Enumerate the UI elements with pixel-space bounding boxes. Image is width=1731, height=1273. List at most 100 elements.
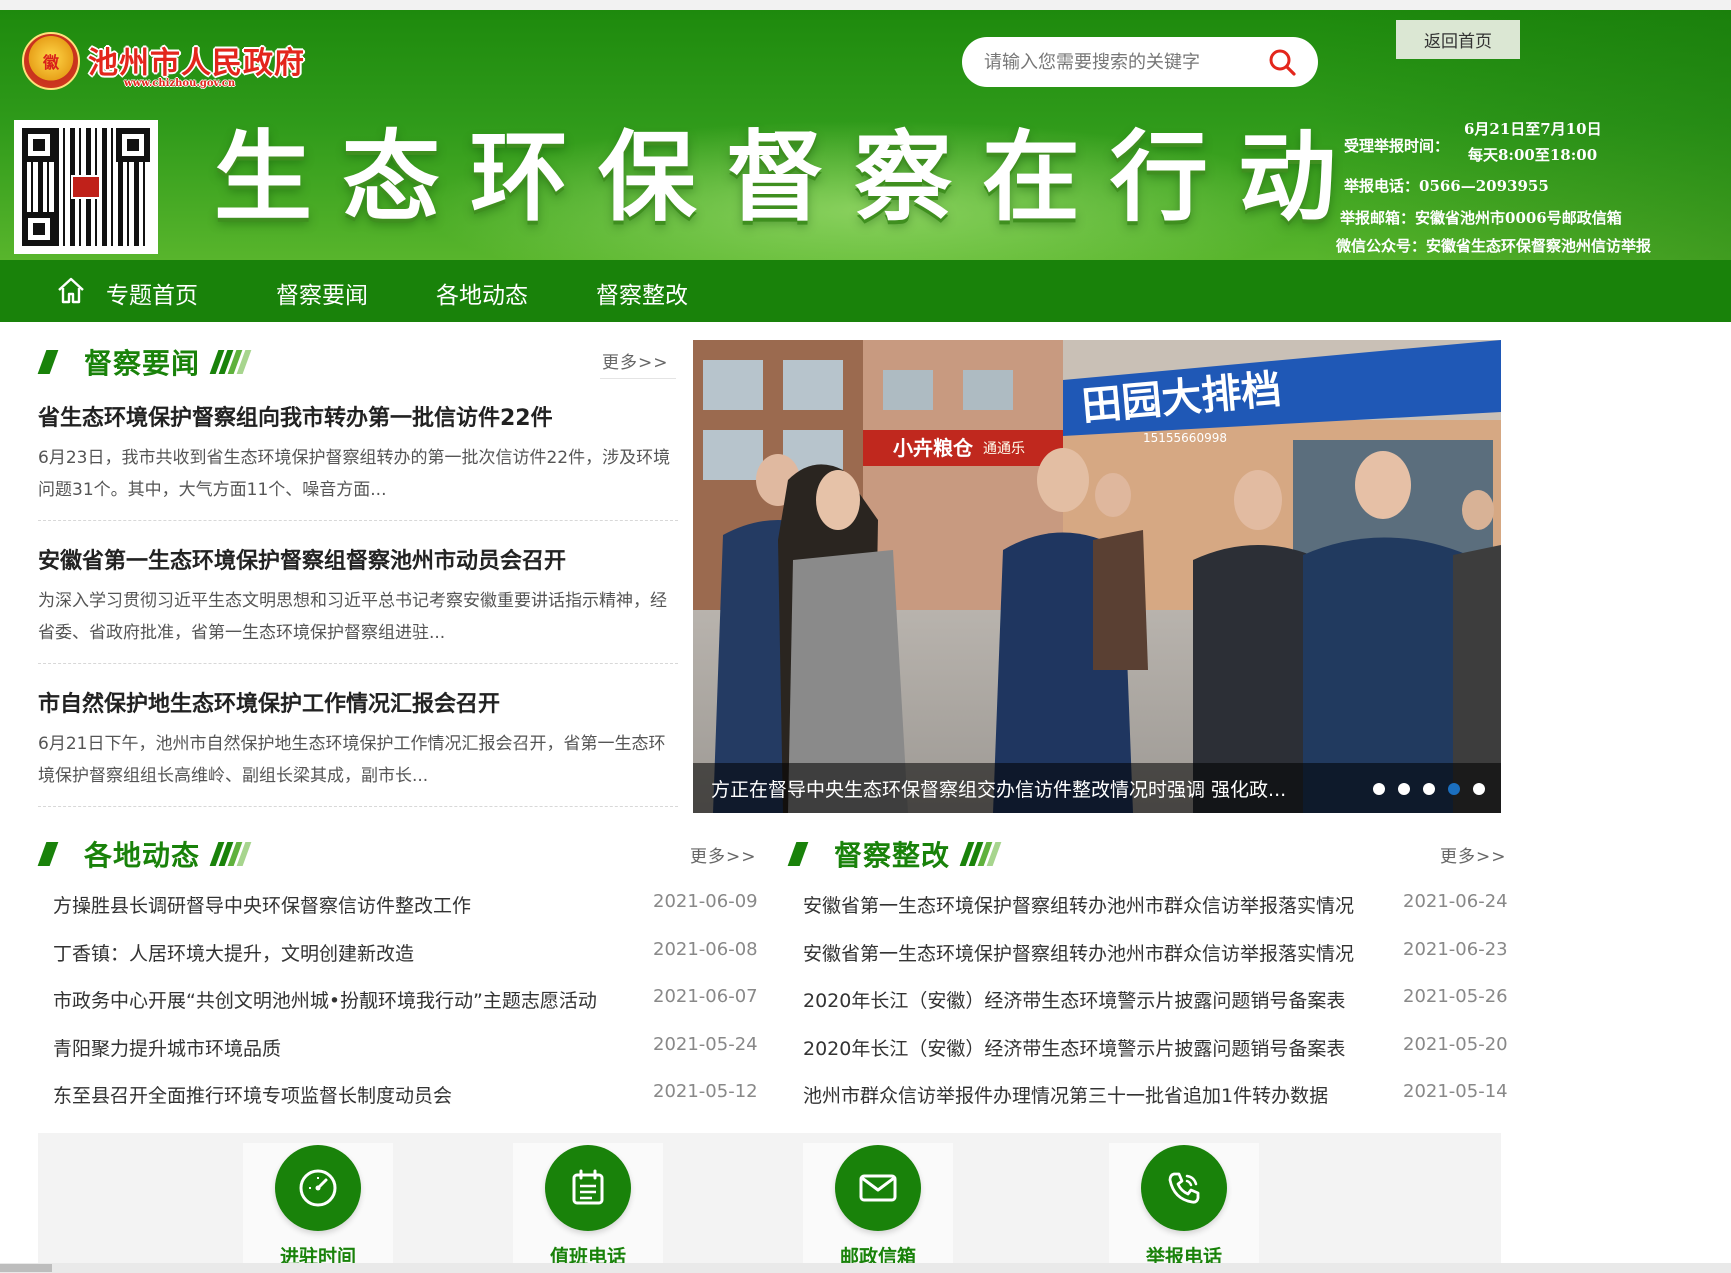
news-item-summary: 6月23日，我市共收到省生态环境保护督察组转办的第一批次信访件22件，涉及环境问… bbox=[38, 448, 671, 500]
service-icon-circle bbox=[275, 1145, 361, 1231]
news-item-summary: 6月21日下午，池州市自然保护地生态环境保护工作情况汇报会召开，省第一生态环境保… bbox=[38, 734, 666, 786]
local-news-list: 方操胜县长调研督导中央环保督察信访件整改工作 2021-06-09 丁香镇：人居… bbox=[53, 891, 758, 1129]
list-item-date: 2021-06-07 bbox=[653, 986, 758, 1007]
title-stripes-decoration bbox=[959, 842, 1002, 866]
nav-item-rectify[interactable]: 督察整改 bbox=[596, 276, 688, 310]
list-item[interactable]: 2020年长江（安徽）经济带生态环境警示片披露问题销号备案表 2021-05-2… bbox=[803, 986, 1508, 1034]
horizontal-scrollbar[interactable] bbox=[0, 1263, 1731, 1273]
slider-dot[interactable] bbox=[1473, 783, 1485, 795]
slider-dot[interactable] bbox=[1423, 783, 1435, 795]
national-emblem-icon[interactable]: 徽 bbox=[22, 32, 80, 90]
news-item-title[interactable]: 省生态环境保护督察组向我市转办第一批信访件22件 bbox=[38, 404, 678, 434]
news-item-title[interactable]: 市自然保护地生态环境保护工作情况汇报会召开 bbox=[38, 690, 678, 720]
list-item-title[interactable]: 2020年长江（安徽）经济带生态环境警示片披露问题销号备案表 bbox=[803, 986, 1345, 1013]
list-item-title[interactable]: 青阳聚力提升城市环境品质 bbox=[53, 1034, 281, 1061]
report-phone: 举报电话：0566—2093955 bbox=[1344, 177, 1549, 195]
news-section-title: 督察要闻 bbox=[84, 347, 201, 380]
report-time-dates: 6月21日至7月10日 bbox=[1464, 120, 1602, 138]
site-name-logo[interactable]: 池州市人民政府 bbox=[88, 38, 305, 82]
list-item-date: 2021-06-24 bbox=[1403, 891, 1508, 912]
list-item[interactable]: 安徽省第一生态环境保护督察组转办池州市群众信访举报落实情况 2021-06-23 bbox=[803, 939, 1508, 987]
slider-dot-active[interactable] bbox=[1448, 783, 1460, 795]
nav-item-local[interactable]: 各地动态 bbox=[436, 276, 528, 310]
list-item-date: 2021-05-12 bbox=[653, 1081, 758, 1102]
service-postal-box[interactable]: 邮政信箱 bbox=[803, 1133, 953, 1273]
rectify-section-header: 督察整改 bbox=[787, 834, 1002, 874]
qr-code bbox=[14, 120, 158, 254]
list-item[interactable]: 东至县召开全面推行环境专项监督长制度动员会 2021-05-12 bbox=[53, 1081, 758, 1129]
title-bar-decoration bbox=[37, 350, 59, 374]
news-item: 省生态环境保护督察组向我市转办第一批信访件22件 6月23日，我市共收到省生态环… bbox=[38, 404, 678, 521]
mail-icon bbox=[859, 1174, 897, 1202]
news-more-link[interactable]: 更多>> bbox=[602, 348, 669, 373]
list-item-title[interactable]: 东至县召开全面推行环境专项监督长制度动员会 bbox=[53, 1081, 452, 1108]
nav-item-news[interactable]: 督察要闻 bbox=[276, 276, 368, 310]
photo-slider[interactable]: 小卉粮仓 通通乐 田园大排档 15155660998 方正在督导中央生态环保督察… bbox=[693, 340, 1501, 813]
list-item-title[interactable]: 方操胜县长调研督导中央环保督察信访件整改工作 bbox=[53, 891, 471, 918]
report-time-label: 受理举报时间： bbox=[1344, 137, 1450, 155]
list-item-title[interactable]: 市政务中心开展“共创文明池州城•扮靓环境我行动”主题志愿活动 bbox=[53, 986, 597, 1013]
list-item[interactable]: 池州市群众信访举报件办理情况第三十一批省追加1件转办数据 2021-05-14 bbox=[803, 1081, 1508, 1129]
news-divider bbox=[38, 520, 678, 521]
slider-dot[interactable] bbox=[1398, 783, 1410, 795]
title-stripes-decoration bbox=[209, 842, 252, 866]
slider-caption[interactable]: 方正在督导中央生态环保督察组交办信访件整改情况时强调 强化政... bbox=[711, 775, 1286, 802]
qr-center-logo bbox=[71, 175, 101, 199]
list-item-date: 2021-05-20 bbox=[1403, 1033, 1508, 1055]
rectify-more-link[interactable]: 更多>> bbox=[1440, 842, 1507, 867]
search-input[interactable] bbox=[982, 50, 1252, 74]
news-divider bbox=[38, 806, 678, 807]
local-more-link[interactable]: 更多>> bbox=[690, 842, 757, 867]
list-item[interactable]: 安徽省第一生态环境保护督察组转办池州市群众信访举报落实情况 2021-06-24 bbox=[803, 891, 1508, 939]
list-item-title[interactable]: 安徽省第一生态环境保护督察组转办池州市群众信访举报落实情况 bbox=[803, 939, 1354, 966]
list-item-title[interactable]: 丁香镇：人居环境大提升，文明创建新改造 bbox=[53, 939, 414, 966]
report-time-hours: 每天8:00至18:00 bbox=[1468, 146, 1598, 164]
hero-title: 生态环保督察在行动 bbox=[214, 121, 1367, 235]
qr-pattern bbox=[22, 128, 150, 246]
service-entry-time[interactable]: 进驻时间 bbox=[243, 1133, 393, 1273]
slider-photo: 小卉粮仓 通通乐 田园大排档 15155660998 bbox=[693, 340, 1501, 813]
home-icon[interactable] bbox=[56, 275, 86, 305]
list-item[interactable]: 方操胜县长调研督导中央环保督察信访件整改工作 2021-06-09 bbox=[53, 891, 758, 939]
list-item-date: 2021-05-26 bbox=[1403, 986, 1508, 1007]
scrollbar-thumb[interactable] bbox=[0, 1264, 52, 1272]
header-banner: 徽 池州市人民政府 www.chizhou.gov.cn 生态环保督察在行动 返… bbox=[0, 10, 1731, 260]
news-item: 安徽省第一生态环境保护督察组督察池州市动员会召开 为深入学习贯彻习近平生态文明思… bbox=[38, 547, 678, 664]
news-divider bbox=[38, 663, 678, 664]
search-icon[interactable] bbox=[1268, 48, 1296, 76]
right-margin bbox=[1520, 322, 1731, 1273]
list-item-title[interactable]: 池州市群众信访举报件办理情况第三十一批省追加1件转办数据 bbox=[803, 1081, 1328, 1108]
news-item-title[interactable]: 安徽省第一生态环境保护督察组督察池州市动员会召开 bbox=[38, 547, 678, 577]
title-bar-decoration bbox=[787, 842, 809, 866]
slider-dot[interactable] bbox=[1373, 783, 1385, 795]
rectify-section-title: 督察整改 bbox=[834, 839, 951, 872]
list-item-title[interactable]: 2020年长江（安徽）经济带生态环境警示片披露问题销号备案表 bbox=[803, 1034, 1345, 1061]
service-report-phone[interactable]: 举报电话 bbox=[1109, 1133, 1259, 1273]
main-nav: 专题首页 督察要闻 各地动态 督察整改 bbox=[0, 260, 1731, 322]
service-icon-circle bbox=[835, 1145, 921, 1231]
service-duty-phone[interactable]: 值班电话 bbox=[513, 1133, 663, 1273]
list-item[interactable]: 青阳聚力提升城市环境品质 2021-05-24 bbox=[53, 1034, 758, 1082]
qr-finder bbox=[116, 128, 150, 162]
list-item[interactable]: 丁香镇：人居环境大提升，文明创建新改造 2021-06-08 bbox=[53, 939, 758, 987]
report-info: 受理举报时间： 6月21日至7月10日 每天8:00至18:00 举报电话：05… bbox=[1336, 118, 1651, 260]
service-bar: 进驻时间 值班电话 邮政信箱 举报电话 bbox=[38, 1133, 1501, 1273]
list-item[interactable]: 市政务中心开展“共创文明池州城•扮靓环境我行动”主题志愿活动 2021-06-0… bbox=[53, 986, 758, 1034]
more-underline bbox=[600, 378, 676, 379]
list-item-title[interactable]: 安徽省第一生态环境保护督察组转办池州市群众信访举报落实情况 bbox=[803, 891, 1354, 918]
nav-item-home[interactable]: 专题首页 bbox=[106, 276, 198, 310]
qr-finder bbox=[22, 212, 56, 246]
back-home-button[interactable]: 返回首页 bbox=[1396, 20, 1520, 59]
news-item-summary: 为深入学习贯彻习近平生态文明思想和习近平总书记考察安徽重要讲话指示精神，经省委、… bbox=[38, 591, 667, 643]
local-section-header: 各地动态 bbox=[37, 834, 252, 874]
title-bar-decoration bbox=[37, 842, 59, 866]
shop-sign-text-2: 通通乐 bbox=[983, 441, 1025, 457]
phone-icon bbox=[1168, 1172, 1200, 1204]
local-section-title: 各地动态 bbox=[84, 839, 201, 872]
list-item-date: 2021-06-23 bbox=[1403, 938, 1508, 960]
list-item[interactable]: 2020年长江（安徽）经济带生态环境警示片披露问题销号备案表 2021-05-2… bbox=[803, 1034, 1508, 1082]
emblem-glyph: 徽 bbox=[42, 53, 59, 72]
calendar-icon bbox=[572, 1169, 604, 1205]
report-wechat: 微信公众号：安徽省生态环保督察池州信访举报 bbox=[1336, 237, 1652, 255]
clock-gauge-icon bbox=[299, 1169, 337, 1207]
